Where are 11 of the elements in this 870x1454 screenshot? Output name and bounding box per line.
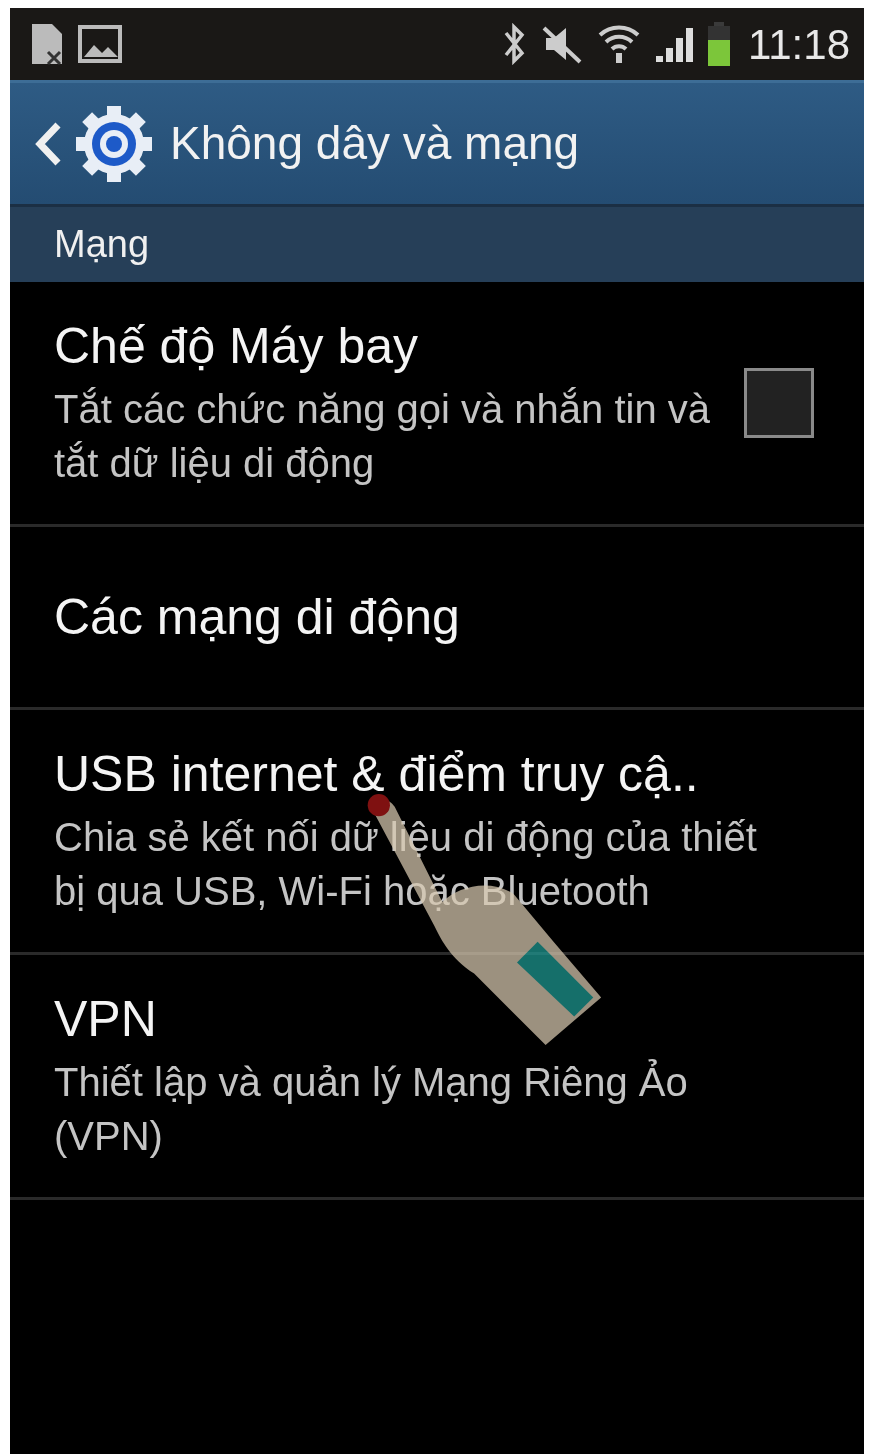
settings-list-item[interactable]: Các mạng di động xyxy=(10,527,864,710)
item-summary: Thiết lập và quản lý Mạng Riêng Ảo (VPN) xyxy=(54,1058,689,1160)
item-title: USB internet & điểm truy cậ.. xyxy=(54,745,700,804)
item-title: Chế độ Máy bay xyxy=(54,317,420,376)
section-header: Mạng xyxy=(54,222,150,267)
item-title: VPN xyxy=(54,990,158,1049)
clock-time: 11:18 xyxy=(748,19,850,70)
screen-title: Không dây và mạng xyxy=(170,116,580,171)
settings-list-item[interactable]: Chế độ Máy bay Tắt các chức năng gọi và nhắn tin và tắt dữ liệu di động xyxy=(10,282,864,527)
item-title: Các mạng di động xyxy=(54,588,461,647)
item-summary: Tắt các chức năng gọi và nhắn tin và tắt dữ liệu di động xyxy=(54,386,712,487)
